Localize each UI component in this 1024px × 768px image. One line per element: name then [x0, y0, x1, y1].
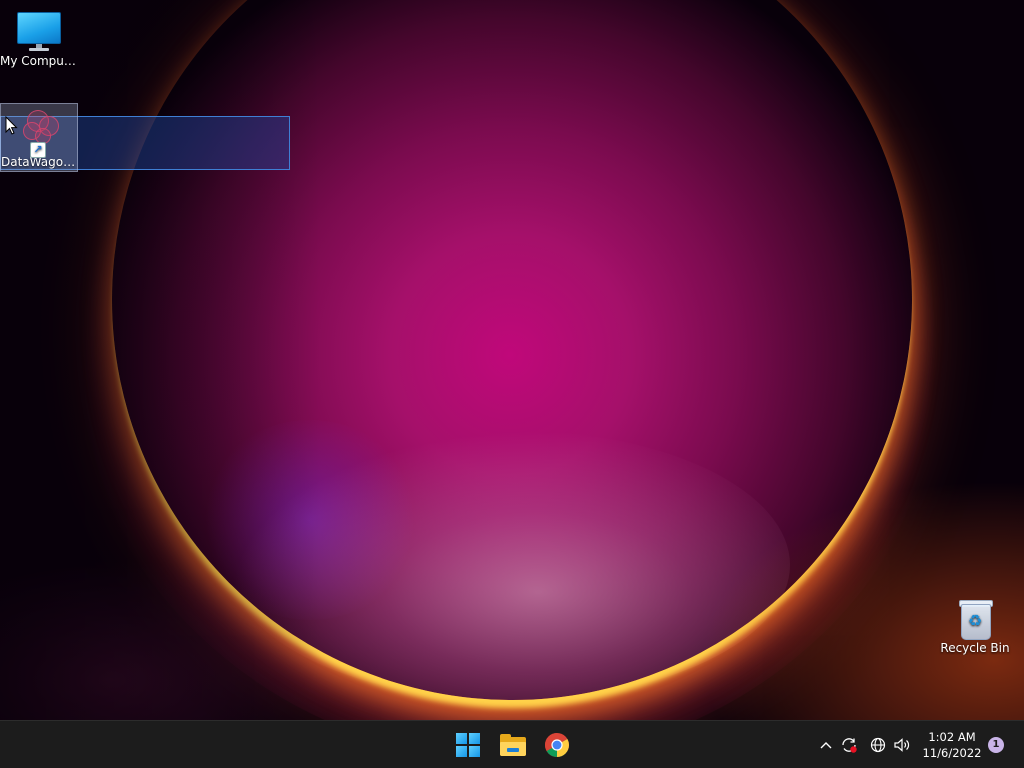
desktop-icon-label: My Computer: [0, 54, 78, 68]
monitor-icon: [0, 12, 78, 51]
taskbar: 1:02 AM 11/6/2022 1: [0, 720, 1024, 768]
tray-update-status[interactable]: [838, 733, 860, 757]
desktop[interactable]: My Computer ↗ DataWagon... ♻ Recycle Bin: [0, 0, 1024, 720]
speaker-icon: [894, 738, 910, 752]
notification-center-badge[interactable]: 1: [988, 737, 1004, 753]
desktop-icon-my-computer[interactable]: My Computer: [0, 8, 78, 68]
globe-icon: [870, 737, 886, 753]
folder-icon: [500, 734, 526, 756]
chrome-button[interactable]: [539, 727, 575, 763]
recycle-bin-icon: ♻: [958, 598, 993, 640]
shortcut-arrow-icon: ↗: [30, 142, 46, 158]
show-hidden-icons-button[interactable]: [815, 733, 837, 757]
clock-date: 11/6/2022: [922, 746, 982, 760]
datawagon-icon: ↗: [17, 108, 61, 158]
desktop-icon-label: Recycle Bin: [940, 641, 1010, 655]
windows-logo-icon: [456, 733, 480, 757]
desktop-icon-recycle-bin[interactable]: ♻ Recycle Bin: [936, 594, 1014, 655]
file-explorer-button[interactable]: [495, 727, 531, 763]
chevron-up-icon: [820, 742, 832, 749]
volume-button[interactable]: [891, 733, 913, 757]
chrome-icon: [545, 733, 569, 757]
network-button[interactable]: [867, 733, 889, 757]
taskbar-clock[interactable]: 1:02 AM 11/6/2022: [918, 729, 986, 761]
clock-time: 1:02 AM: [928, 730, 976, 744]
sync-update-icon: [842, 738, 857, 753]
desktop-icon-datawagon[interactable]: ↗ DataWagon...: [0, 103, 78, 172]
mouse-pointer-icon: [5, 116, 18, 135]
start-button[interactable]: [450, 727, 486, 763]
